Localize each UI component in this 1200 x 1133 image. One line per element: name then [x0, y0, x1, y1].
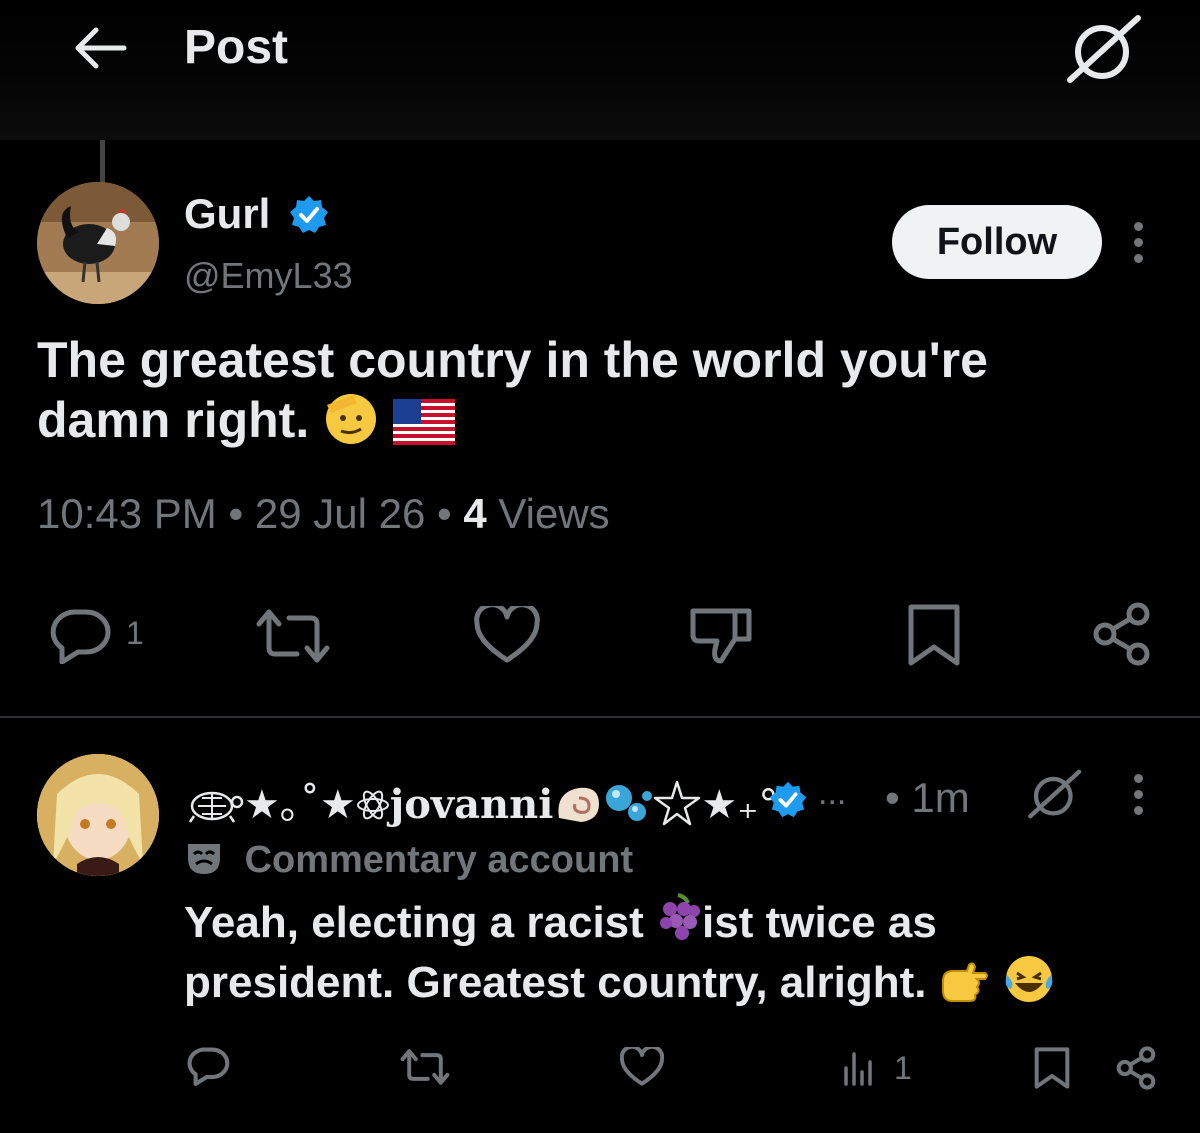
- grapes-emoji-icon: [660, 893, 701, 940]
- reply-name-prefix: ★｡˚★: [244, 782, 356, 828]
- post-text-line1: The greatest country in the world you're: [37, 332, 988, 388]
- thread-line: [100, 140, 105, 186]
- repost-icon[interactable]: [255, 608, 331, 664]
- more-options-icon[interactable]: [1128, 222, 1148, 272]
- reply-views-count: 1: [894, 1050, 912, 1086]
- reply-avatar[interactable]: [37, 754, 159, 876]
- post-text-line2: damn right.: [37, 392, 310, 448]
- avatar[interactable]: [37, 182, 159, 304]
- page-title: Post: [184, 21, 289, 74]
- name-truncation: ...: [818, 774, 847, 812]
- reply-text-line1b: ist twice as: [702, 898, 937, 947]
- starfish-icon: [654, 780, 701, 826]
- reply-text: Yeah, electing a racist ist twice as pre…: [184, 893, 1174, 1013]
- saluting-face-emoji-icon: [326, 394, 377, 444]
- laughing-tears-emoji-icon: [1005, 956, 1053, 1002]
- spiral-shell-emoji-icon: [558, 787, 600, 822]
- commentary-label: Commentary account: [244, 839, 634, 881]
- post-date[interactable]: 29 Jul 26: [255, 490, 425, 537]
- grok-icon[interactable]: [1064, 14, 1142, 84]
- reply-name-text: jovanni: [389, 781, 554, 828]
- commentary-badge: Commentary account: [184, 838, 633, 882]
- author-name[interactable]: Gurl: [184, 190, 270, 238]
- post-meta: 10:43 PM • 29 Jul 26 • 4 Views: [37, 490, 610, 537]
- views-count: 4: [463, 490, 487, 537]
- views-icon[interactable]: [842, 1050, 878, 1086]
- reply-count: 1: [126, 615, 144, 651]
- divider: [0, 716, 1200, 718]
- follow-button[interactable]: Follow: [892, 205, 1102, 279]
- reply-name-suffix: ★₊°: [701, 782, 779, 828]
- us-flag-emoji-icon: [393, 399, 456, 445]
- pointing-hand-emoji-icon: [941, 962, 988, 1002]
- bubbles-emoji-icon: [606, 785, 653, 821]
- views-label: Views: [498, 490, 610, 537]
- like-icon[interactable]: [620, 1047, 664, 1087]
- anime-avatar-image: [37, 754, 159, 876]
- reply-grok-icon[interactable]: [1026, 768, 1082, 820]
- reply-icon[interactable]: [48, 608, 112, 664]
- post-time[interactable]: 10:43 PM: [37, 490, 217, 537]
- reply-time[interactable]: • 1m: [885, 774, 970, 822]
- share-icon[interactable]: [1092, 602, 1154, 666]
- top-bar: Post: [0, 0, 1200, 140]
- reply-verified-badge-icon: [769, 781, 807, 818]
- reply-author-name[interactable]: ★｡˚★ jovanni ★₊°: [184, 772, 778, 828]
- reply-more-options-icon[interactable]: [1128, 774, 1148, 824]
- reply-text-line2: president. Greatest country, alright.: [184, 958, 927, 1007]
- reply-text-line1a: Yeah, electing a racist: [184, 898, 644, 947]
- reply-icon[interactable]: [186, 1046, 230, 1086]
- turtle-emoji-icon: [188, 791, 244, 823]
- theater-masks-icon: [188, 844, 220, 874]
- repost-icon[interactable]: [400, 1048, 450, 1086]
- arrow-left-icon[interactable]: [70, 24, 130, 72]
- bookmark-icon[interactable]: [907, 603, 961, 667]
- atom-symbol-icon: [356, 790, 389, 820]
- author-handle[interactable]: @EmyL33: [184, 255, 353, 297]
- like-icon[interactable]: [474, 606, 540, 664]
- post-text: The greatest country in the world you're…: [37, 330, 1157, 450]
- share-icon[interactable]: [1116, 1046, 1158, 1090]
- bookmark-icon[interactable]: [1034, 1046, 1070, 1090]
- dislike-icon[interactable]: [689, 603, 753, 665]
- verified-badge-icon: [290, 196, 328, 233]
- rooster-avatar-image: [37, 182, 159, 304]
